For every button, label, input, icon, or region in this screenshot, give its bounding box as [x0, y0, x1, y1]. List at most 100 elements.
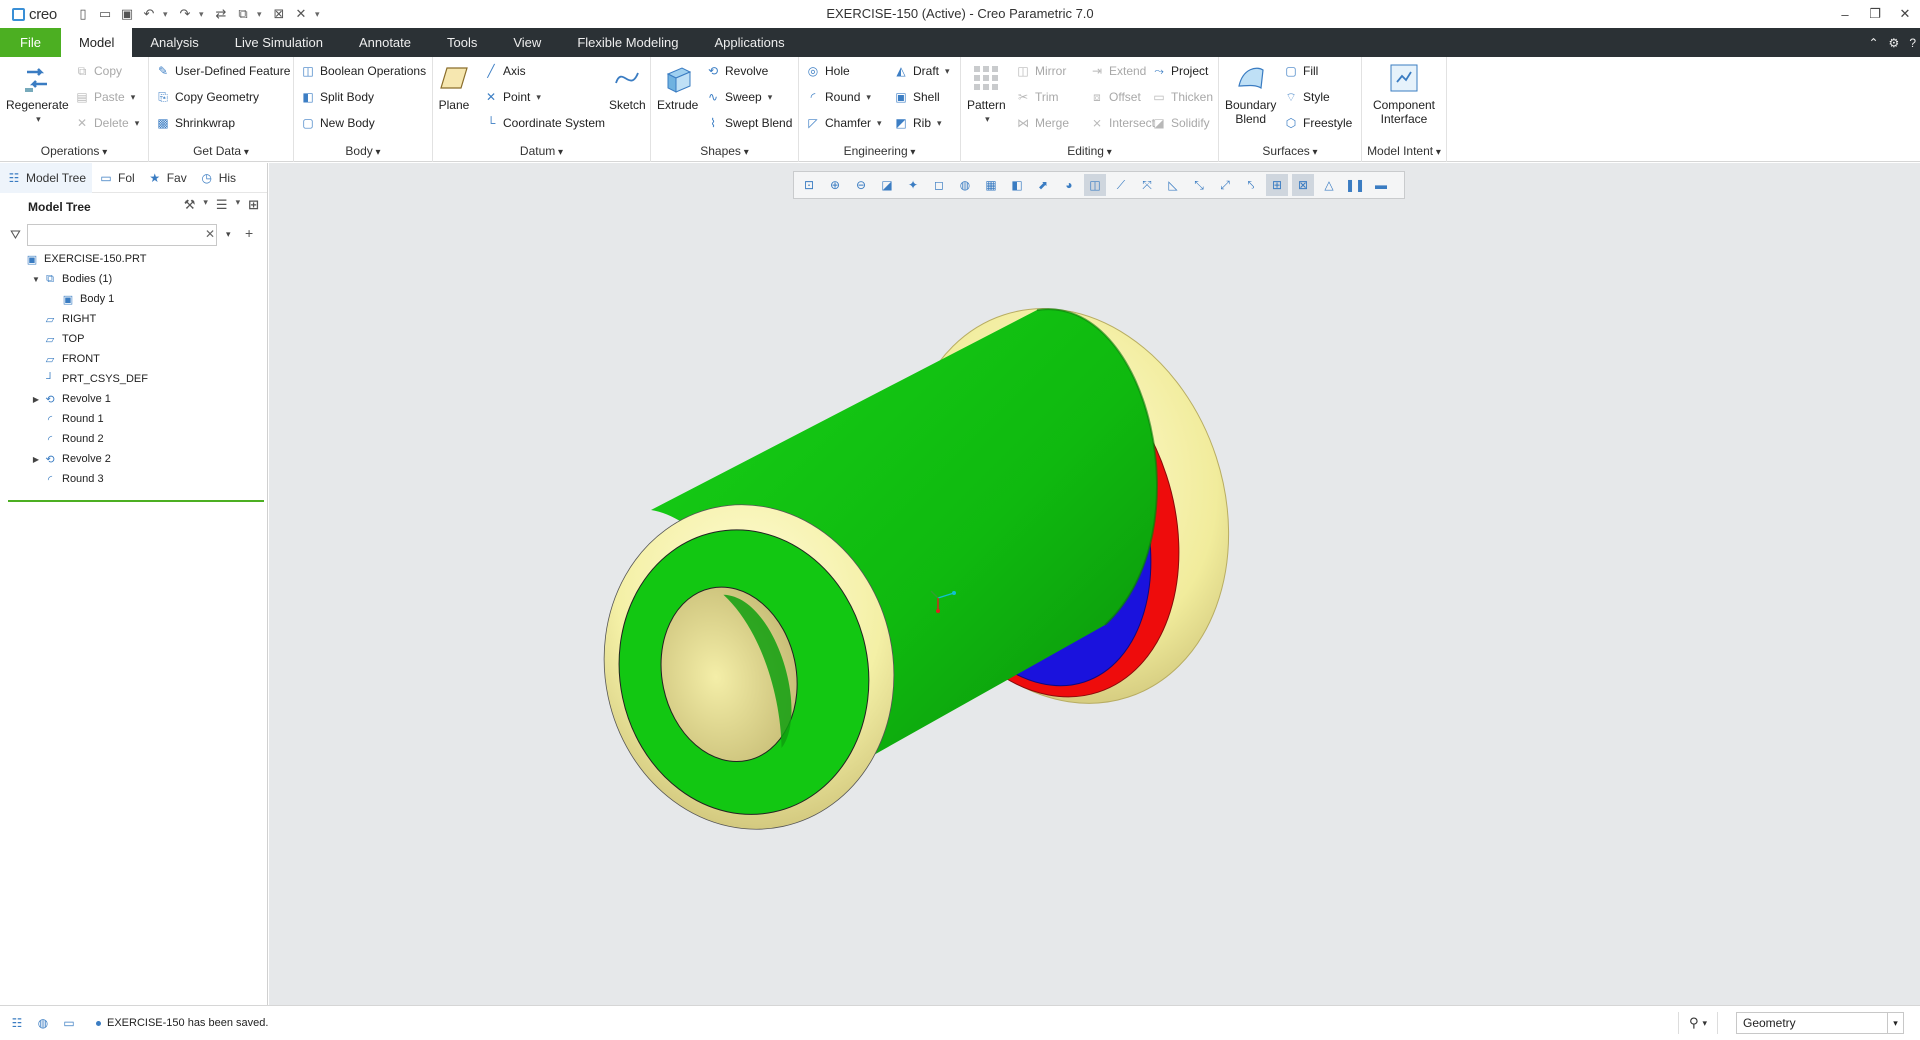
tab-folder-browser[interactable]: ▭ Fol	[92, 163, 141, 193]
expand-toggle-icon[interactable]: ▶	[30, 455, 42, 464]
copy-geometry-button[interactable]: ⎘ Copy Geometry	[155, 86, 259, 108]
undo-dropdown-icon[interactable]: ▾	[163, 6, 171, 22]
trim-button[interactable]: ✂ Trim	[1015, 86, 1059, 108]
tab-favorites[interactable]: ★ Fav	[141, 163, 193, 193]
coordinate-system-button[interactable]: └ Coordinate System	[483, 112, 605, 134]
navigator-toggle-icon[interactable]: ☷	[8, 1014, 26, 1032]
open-folder-icon[interactable]: ▭	[97, 6, 113, 22]
thicken-button[interactable]: ▭ Thicken	[1151, 86, 1213, 108]
tree-columns-icon[interactable]: ⊞	[248, 197, 259, 213]
fullscreen-icon[interactable]: ▭	[60, 1014, 78, 1032]
tree-item[interactable]: ▣ Body 1	[0, 289, 267, 309]
revolve-button[interactable]: ⟲ Revolve	[705, 60, 768, 82]
group-label-operations[interactable]: Operations	[0, 144, 148, 158]
rib-button[interactable]: ◩ Rib ▾	[893, 112, 941, 134]
selection-filter-dropdown[interactable]: Geometry ▾	[1736, 1012, 1904, 1034]
group-label-engineering[interactable]: Engineering	[799, 144, 960, 158]
extrude-button[interactable]: Extrude	[657, 61, 698, 112]
part-model-render[interactable]	[269, 163, 1920, 1005]
copy-button[interactable]: ⧉ Copy	[74, 60, 122, 82]
new-file-icon[interactable]: ▯	[75, 6, 91, 22]
find-button[interactable]: ⚲ ▾	[1678, 1012, 1718, 1034]
tree-search-input[interactable]	[26, 224, 217, 246]
regenerate-button[interactable]: Regenerate ▾	[6, 61, 69, 126]
sweep-button[interactable]: ∿ Sweep ▾	[705, 86, 772, 108]
pattern-button[interactable]: Pattern ▾	[967, 61, 1006, 126]
minimize-icon[interactable]: –	[1830, 0, 1860, 28]
save-icon[interactable]: ▣	[119, 6, 135, 22]
sketch-button[interactable]: Sketch	[609, 61, 646, 112]
add-filter-icon[interactable]: +	[245, 225, 253, 241]
close-icon[interactable]: ✕	[293, 6, 309, 22]
pattern-dropdown-icon[interactable]: ▾	[985, 112, 990, 126]
graphics-window[interactable]: ⊡ ⊕ ⊖ ◪ ✦ ◻ ◍ ▦ ◧ ⬈ ◕ ◫ ⟋ ⤧ ◺ ⤡ ⤢ ⤣ ⊞ ⊠ …	[269, 163, 1920, 1005]
filter-icon[interactable]: ⛛	[10, 227, 21, 243]
tab-annotate[interactable]: Annotate	[341, 28, 429, 57]
fill-button[interactable]: ▢ Fill	[1283, 60, 1318, 82]
tree-item[interactable]: ▱ RIGHT	[0, 309, 267, 329]
tab-applications[interactable]: Applications	[696, 28, 802, 57]
axis-button[interactable]: ╱ Axis	[483, 60, 525, 82]
customize-qat-icon[interactable]: ▾	[315, 6, 323, 22]
tree-settings-dropdown-icon[interactable]: ▾	[203, 197, 208, 213]
tab-tools[interactable]: Tools	[429, 28, 495, 57]
boolean-operations-button[interactable]: ◫ Boolean Operations	[300, 60, 426, 82]
tree-item[interactable]: ◜ Round 1	[0, 409, 267, 429]
settings-icon[interactable]: ⚙	[1889, 36, 1900, 50]
tree-item[interactable]: ▼ ⧉ Bodies (1)	[0, 269, 267, 289]
browser-toggle-icon[interactable]: ◍	[34, 1014, 52, 1032]
help-icon[interactable]: ?	[1909, 36, 1916, 50]
restore-icon[interactable]: ❐	[1860, 0, 1890, 28]
boundary-blend-button[interactable]: Boundary Blend	[1225, 61, 1276, 126]
expand-toggle-icon[interactable]: ▼	[30, 275, 42, 284]
offset-button[interactable]: ⧈ Offset	[1089, 86, 1141, 108]
undo-icon[interactable]: ↶	[141, 6, 157, 22]
tab-file[interactable]: File	[0, 28, 61, 57]
group-label-datum[interactable]: Datum	[433, 144, 650, 158]
group-label-get-data[interactable]: Get Data	[149, 144, 293, 158]
close-window-icon[interactable]: ⊠	[271, 6, 287, 22]
tree-item[interactable]: ▱ FRONT	[0, 349, 267, 369]
tab-model-tree[interactable]: ☷ Model Tree	[0, 162, 93, 193]
merge-button[interactable]: ⋈ Merge	[1015, 112, 1069, 134]
tree-item[interactable]: ◜ Round 2	[0, 429, 267, 449]
tree-item[interactable]: ▶ ⟲ Revolve 2	[0, 449, 267, 469]
tree-item[interactable]: ▱ TOP	[0, 329, 267, 349]
hole-button[interactable]: ◎ Hole	[805, 60, 850, 82]
tree-item[interactable]: ◜ Round 3	[0, 469, 267, 489]
regenerate-qat-icon[interactable]: ⇄	[213, 6, 229, 22]
clear-filter-icon[interactable]: ✕	[205, 227, 215, 241]
redo-dropdown-icon[interactable]: ▾	[199, 6, 207, 22]
collapse-ribbon-icon[interactable]: ⌃	[1868, 36, 1878, 50]
group-label-surfaces[interactable]: Surfaces	[1219, 144, 1361, 158]
tab-flexible-modeling[interactable]: Flexible Modeling	[559, 28, 696, 57]
shell-button[interactable]: ▣ Shell	[893, 86, 939, 108]
draft-button[interactable]: ◭ Draft ▾	[893, 60, 949, 82]
expand-toggle-icon[interactable]: ▶	[30, 395, 42, 404]
show-icon[interactable]: ☰	[216, 197, 228, 213]
paste-button[interactable]: ▤ Paste ▾	[74, 86, 135, 108]
group-label-shapes[interactable]: Shapes	[651, 144, 798, 158]
project-button[interactable]: ⤳ Project	[1151, 60, 1208, 82]
plane-button[interactable]: Plane	[437, 61, 471, 112]
tree-settings-icon[interactable]: ⚒	[184, 197, 196, 213]
show-dropdown-icon[interactable]: ▾	[236, 197, 241, 213]
component-interface-button[interactable]: Component Interface	[1368, 61, 1440, 126]
tab-model[interactable]: Model	[60, 28, 133, 57]
tree-item[interactable]: ┘ PRT_CSYS_DEF	[0, 369, 267, 389]
udf-button[interactable]: ✎ User-Defined Feature	[155, 60, 290, 82]
point-button[interactable]: ✕ Point ▾	[483, 86, 541, 108]
freestyle-button[interactable]: ⬡ Freestyle	[1283, 112, 1353, 134]
tab-view[interactable]: View	[495, 28, 559, 57]
tab-analysis[interactable]: Analysis	[132, 28, 216, 57]
swept-blend-button[interactable]: ⌇ Swept Blend	[705, 112, 792, 134]
new-body-button[interactable]: ▢ New Body	[300, 112, 374, 134]
regenerate-dropdown-icon[interactable]: ▾	[36, 112, 41, 126]
shrinkwrap-button[interactable]: ▩ Shrinkwrap	[155, 112, 235, 134]
window-close-icon[interactable]: ✕	[1890, 0, 1920, 28]
group-label-editing[interactable]: Editing	[961, 144, 1218, 158]
solidify-button[interactable]: ◪ Solidify	[1151, 112, 1209, 134]
chamfer-button[interactable]: ◸ Chamfer ▾	[805, 112, 881, 134]
tab-history[interactable]: ◷ His	[193, 163, 242, 193]
tab-live-simulation[interactable]: Live Simulation	[217, 28, 341, 57]
